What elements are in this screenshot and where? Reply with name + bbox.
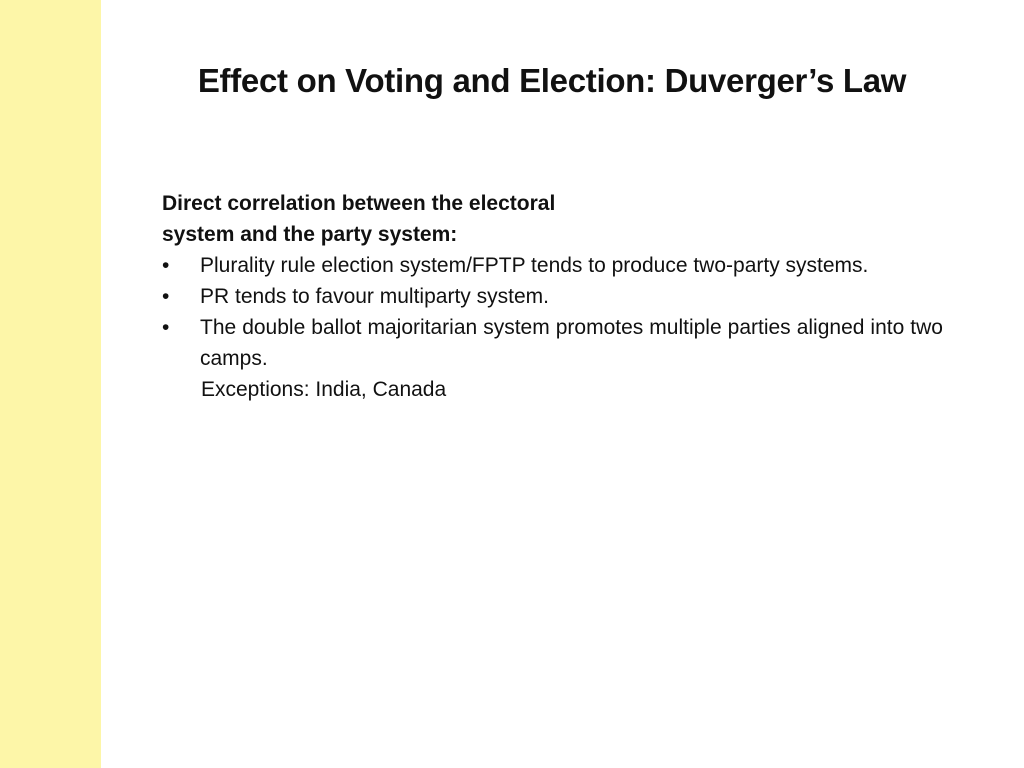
bullet-text: PR tends to favour multiparty system.: [200, 285, 549, 308]
bullet-item: • The double ballot majoritarian system p…: [162, 312, 943, 374]
accent-side-bar: [0, 0, 101, 768]
slide-title: Effect on Voting and Election: Duverger’…: [197, 62, 907, 99]
bullet-icon: •: [162, 285, 170, 308]
bullet-text: Plurality rule election system/FPTP tend…: [200, 254, 869, 277]
slide-body: Direct correlation between the electoral…: [162, 188, 943, 405]
exceptions-note: Exceptions: India, Canada: [201, 378, 447, 401]
bullet-item: • PR tends to favour multiparty system.: [162, 281, 943, 312]
bullet-icon: •: [162, 316, 170, 339]
bullet-list: • Plurality rule election system/FPTP ten…: [162, 250, 943, 374]
lead-text: Direct correlation between the electoral…: [162, 192, 556, 246]
bullet-text: The double ballot majoritarian system pr…: [200, 316, 943, 370]
bullet-icon: •: [162, 254, 170, 277]
bullet-item: • Plurality rule election system/FPTP ten…: [162, 250, 943, 281]
